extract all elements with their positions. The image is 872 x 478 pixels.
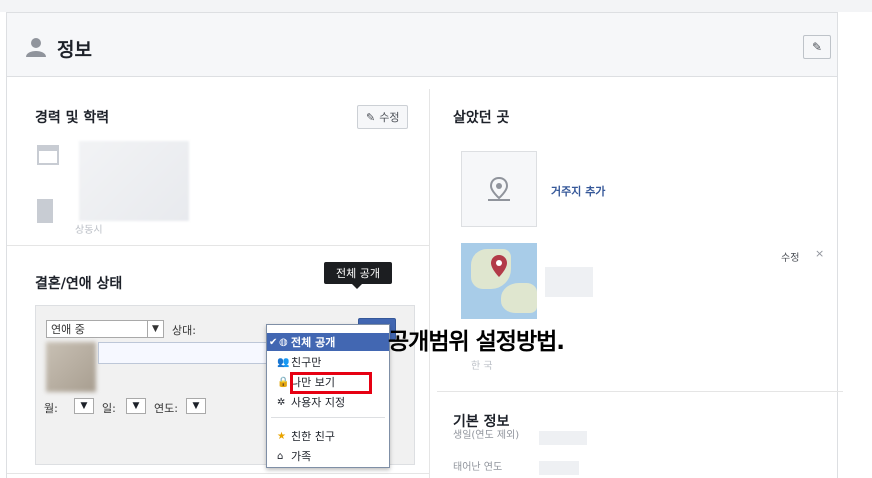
privacy-option-label: 사용자 지정 [291, 396, 346, 409]
privacy-option-label: 가족 [291, 450, 312, 463]
privacy-option-family[interactable]: ⌂ 가족 [267, 447, 389, 465]
school-icon [37, 199, 53, 223]
privacy-option-friends[interactable]: 👥 친구만 [267, 353, 389, 371]
globe-icon: ◍ [279, 336, 288, 348]
privacy-option-custom[interactable]: ✲ 사용자 지정 [267, 393, 389, 411]
basic-info-title: 기본 정보 [453, 414, 510, 430]
city-edit-link[interactable]: 수정 [781, 249, 799, 264]
relationship-title: 결혼/연애 상태 [35, 276, 123, 292]
day-select[interactable]: ▼ [126, 398, 146, 414]
chevron-down-icon: ▼ [192, 401, 200, 411]
pencil-icon: ✎ [366, 110, 376, 124]
section-divider-bottom [7, 473, 429, 474]
birthyear-label: 태어난 연도 [453, 462, 503, 473]
briefcase-icon [37, 145, 59, 165]
privacy-option-close-friends[interactable]: ★ 친한 친구 [267, 427, 389, 445]
page-title: 정보 [57, 39, 92, 61]
header-edit-button[interactable]: ✎ [803, 35, 831, 59]
work-edit-label: 수정 [379, 111, 400, 124]
blurred-birthyear-value [539, 461, 579, 475]
privacy-option-label: 친한 친구 [291, 430, 335, 443]
blurred-city-name [545, 267, 593, 297]
about-card: 정보 ✎ 경력 및 학력 ✎ 수정 상동시 결혼/연애 상태 연애 중 ▼ 상대… [6, 12, 843, 478]
faded-school-text: 상동시 [75, 225, 103, 236]
map-pin-icon [488, 176, 510, 201]
birthday-label: 생일(연도 제외) [453, 430, 520, 441]
blurred-birthday-value [539, 431, 587, 445]
add-city-card[interactable] [461, 151, 537, 227]
top-strip [0, 0, 872, 12]
check-icon: ✔ [269, 336, 278, 348]
year-select[interactable]: ▼ [186, 398, 206, 414]
highlight-annotation-box [290, 372, 372, 394]
star-icon: ★ [277, 430, 286, 442]
city-map-thumbnail[interactable] [461, 243, 537, 319]
map-land [501, 283, 537, 313]
chevron-down-icon: ▼ [147, 321, 163, 337]
pencil-icon: ✎ [811, 40, 823, 54]
month-select[interactable]: ▼ [74, 398, 94, 414]
privacy-option-label: 친구만 [291, 356, 322, 369]
relationship-status-select[interactable]: 연애 중 ▼ [46, 320, 164, 338]
column-divider [429, 89, 430, 478]
work-edit-button[interactable]: ✎ 수정 [357, 105, 409, 129]
map-marker-icon [491, 255, 507, 277]
friends-icon: 👥 [277, 356, 290, 368]
faded-country-text: 한 국 [471, 361, 493, 372]
day-label: 일: [102, 402, 116, 415]
gear-icon: ✲ [277, 396, 286, 408]
year-label: 연도: [154, 402, 178, 415]
dropdown-separator [271, 417, 385, 418]
partner-label: 상대: [172, 324, 196, 337]
person-icon [26, 38, 46, 57]
about-header: 정보 ✎ [7, 13, 837, 77]
privacy-dropdown-menu: ✔ ◍ 전체 공개 👥 친구만 🔒 나만 보기 ✲ 사용자 지정 ★ 친한 친구… [266, 324, 390, 468]
privacy-option-public[interactable]: ✔ ◍ 전체 공개 [267, 333, 389, 351]
chevron-down-icon: ▼ [132, 401, 140, 411]
add-city-link[interactable]: 거주지 추가 [551, 183, 605, 199]
relationship-status-value: 연애 중 [51, 323, 85, 336]
right-section-divider [437, 391, 843, 392]
house-icon: ⌂ [277, 450, 284, 462]
section-divider [7, 245, 429, 246]
close-icon[interactable]: × [815, 247, 824, 260]
chevron-down-icon: ▼ [80, 401, 88, 411]
tutorial-caption: 공개범위 설정방법. [388, 329, 565, 355]
privacy-tooltip: 전체 공개 [324, 262, 392, 289]
privacy-option-label: 전체 공개 [291, 336, 336, 349]
places-title: 살았던 곳 [453, 110, 510, 126]
partner-avatar [46, 342, 96, 392]
lock-icon: 🔒 [277, 376, 290, 388]
blurred-work-entries [79, 141, 189, 221]
month-label: 월: [44, 402, 58, 415]
work-education-title: 경력 및 학력 [35, 110, 110, 126]
